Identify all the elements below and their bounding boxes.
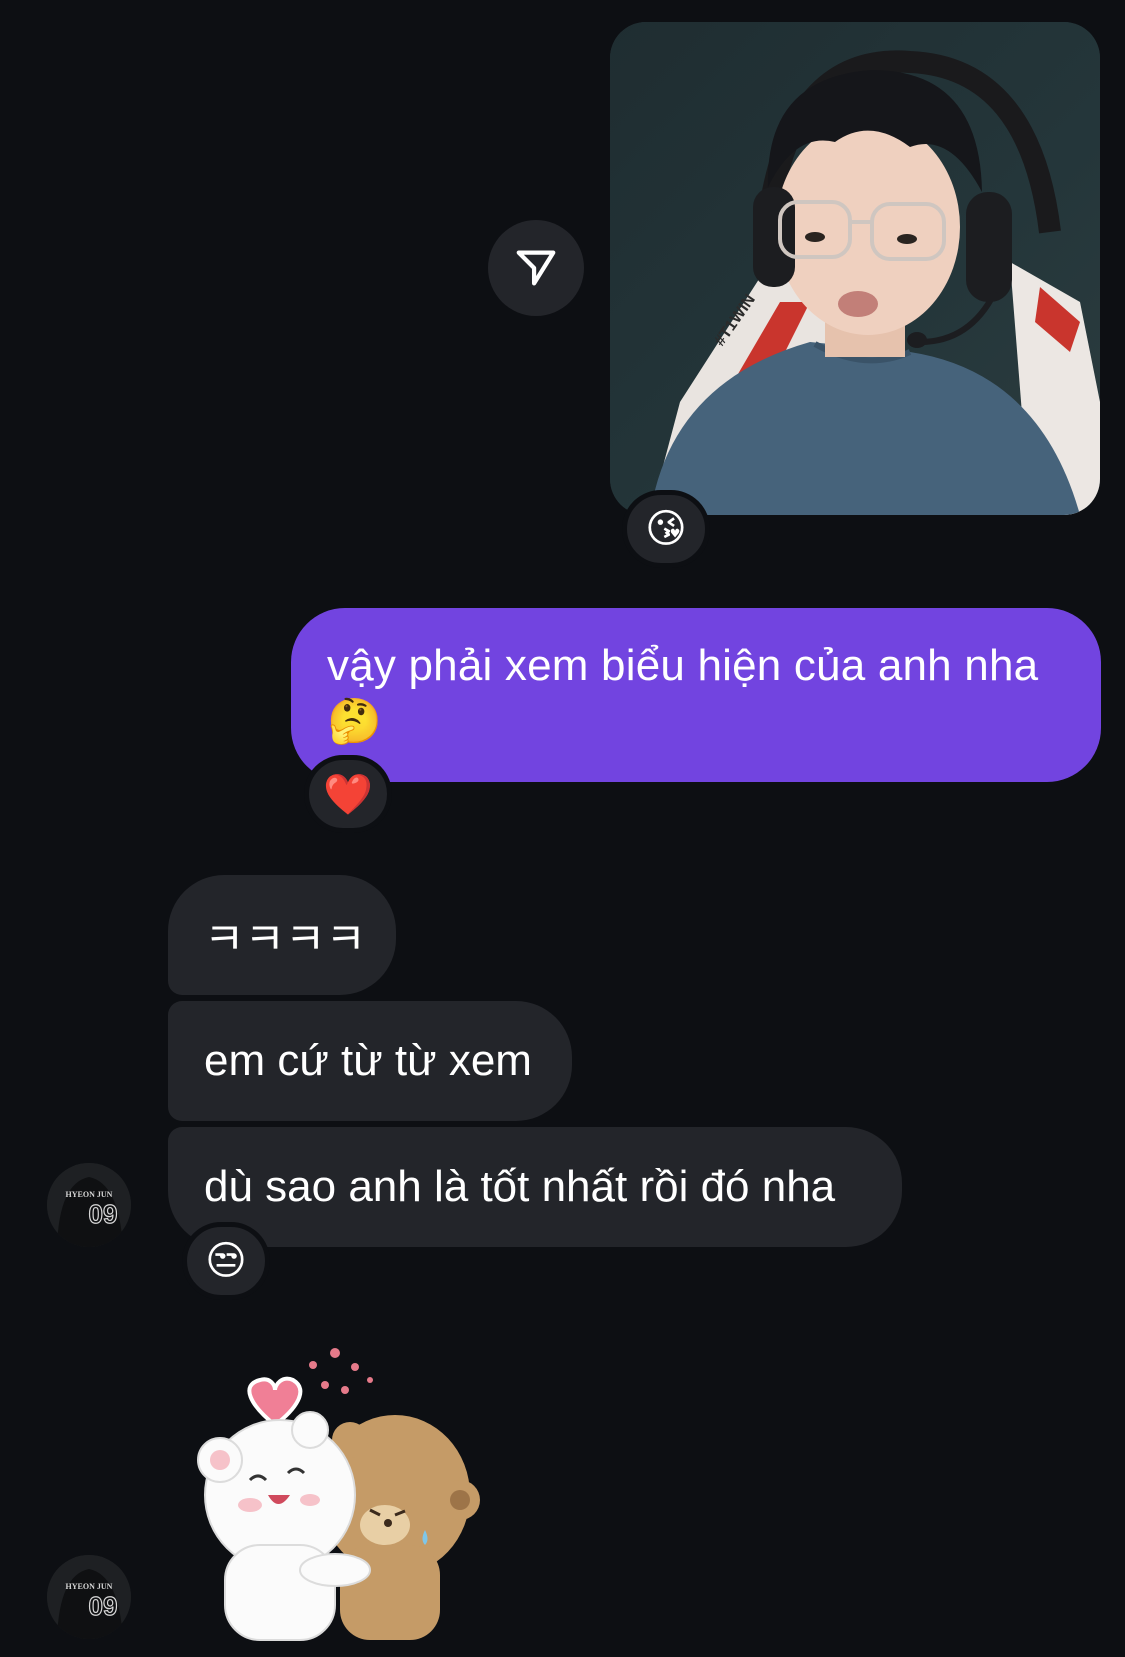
outgoing-reaction-badge[interactable]: ❤️ <box>304 755 392 833</box>
avatar[interactable]: HYEON JUN 09 <box>47 1555 131 1639</box>
heart-emoji-icon: ❤️ <box>323 772 373 817</box>
incoming-message-bubble[interactable]: ㅋㅋㅋㅋ <box>168 875 396 995</box>
avatar-jersey-name: HYEON JUN <box>66 1190 113 1199</box>
photo-reaction-badge[interactable]: 😘 <box>622 490 710 568</box>
incoming-message-text: dù sao anh là tốt nhất rồi đó nha <box>204 1162 836 1211</box>
incoming-message-text: ㅋㅋㅋㅋ <box>204 915 366 964</box>
kiss-emoji-icon: 😘 <box>645 507 687 551</box>
send-paper-plane-icon <box>516 250 556 286</box>
hugging-bears-sticker[interactable] <box>170 1345 500 1645</box>
outgoing-message-text: vậy phải xem biểu hiện của anh nha 🤔 <box>327 641 1039 746</box>
photo-message[interactable]: #T1WIN <box>610 22 1100 515</box>
share-button[interactable] <box>488 220 584 316</box>
incoming-reaction-badge[interactable]: 😒 <box>182 1222 270 1300</box>
avatar-image: HYEON JUN 09 <box>47 1163 131 1247</box>
avatar-image: HYEON JUN 09 <box>47 1555 131 1639</box>
chat-screen: #T1WIN 😘 vậy phải xem biểu hiện của anh … <box>0 0 1125 1657</box>
incoming-message-bubble[interactable]: dù sao anh là tốt nhất rồi đó nha <box>168 1127 902 1247</box>
incoming-message-bubble[interactable]: em cứ từ từ xem <box>168 1001 572 1121</box>
incoming-message-text: em cứ từ từ xem <box>204 1036 532 1085</box>
avatar-jersey-number: 09 <box>89 1591 118 1621</box>
outgoing-message-bubble[interactable]: vậy phải xem biểu hiện của anh nha 🤔 <box>291 608 1101 782</box>
avatar-jersey-number: 09 <box>89 1199 118 1229</box>
sticker-image <box>197 1348 480 1641</box>
avatar[interactable]: HYEON JUN 09 <box>47 1163 131 1247</box>
unamused-emoji-icon: 😒 <box>205 1239 247 1283</box>
photo-image: #T1WIN <box>610 22 1100 515</box>
avatar-jersey-name: HYEON JUN <box>66 1582 113 1591</box>
